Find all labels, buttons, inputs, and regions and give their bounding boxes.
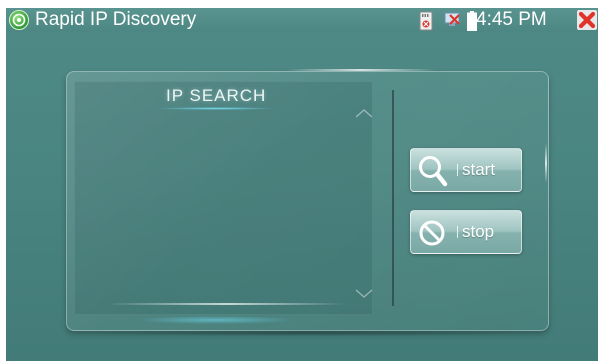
stop-separator bbox=[457, 226, 458, 238]
list-bottom-glow bbox=[136, 316, 296, 324]
close-icon bbox=[578, 11, 596, 29]
start-label: start bbox=[462, 160, 496, 179]
title-underline bbox=[156, 107, 276, 110]
stop-button[interactable]: stop bbox=[410, 210, 522, 254]
list-bottom-highlight bbox=[106, 303, 346, 305]
network-error-icon bbox=[444, 12, 460, 26]
search-icon bbox=[419, 156, 448, 187]
scroll-down-icon[interactable] bbox=[355, 289, 373, 299]
panel-shadow bbox=[61, 330, 551, 336]
stop-label: stop bbox=[462, 222, 495, 241]
panel-title: IP SEARCH bbox=[166, 86, 267, 105]
app-icon bbox=[9, 10, 29, 30]
panel-side-highlight bbox=[545, 143, 547, 183]
close-button[interactable] bbox=[577, 10, 597, 30]
start-button[interactable]: start bbox=[410, 148, 522, 192]
status-time: 4:45 PM bbox=[476, 9, 547, 30]
status-bar: Rapid IP Discovery 4:45 PM bbox=[6, 8, 598, 32]
scroll-up-icon[interactable] bbox=[355, 108, 373, 118]
results-list[interactable] bbox=[74, 81, 373, 315]
sd-card-icon bbox=[419, 11, 433, 31]
app-title: Rapid IP Discovery bbox=[35, 9, 197, 30]
stop-icon bbox=[419, 220, 445, 246]
device-screen: Rapid IP Discovery 4:45 PM IP SEARCH sta… bbox=[6, 8, 598, 361]
start-separator bbox=[457, 164, 458, 176]
panel-divider bbox=[392, 90, 394, 306]
